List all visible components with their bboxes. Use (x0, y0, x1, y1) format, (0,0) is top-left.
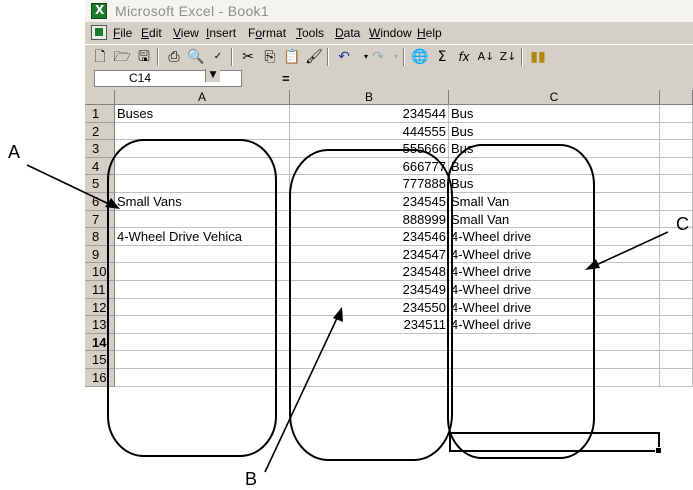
callout-c-arrowhead (585, 259, 600, 270)
callout-label-c: C (676, 214, 689, 234)
callout-c-arrow (593, 231, 669, 267)
callout-b-arrowhead (333, 307, 343, 322)
column-b-highlight (289, 149, 453, 461)
annotation-overlay (26, 139, 669, 473)
column-a-highlight (107, 139, 277, 457)
callout-a-arrow (26, 164, 114, 207)
callout-label-b: B (245, 469, 258, 489)
column-c-highlight (447, 144, 595, 459)
callout-label-a: A (8, 142, 21, 162)
